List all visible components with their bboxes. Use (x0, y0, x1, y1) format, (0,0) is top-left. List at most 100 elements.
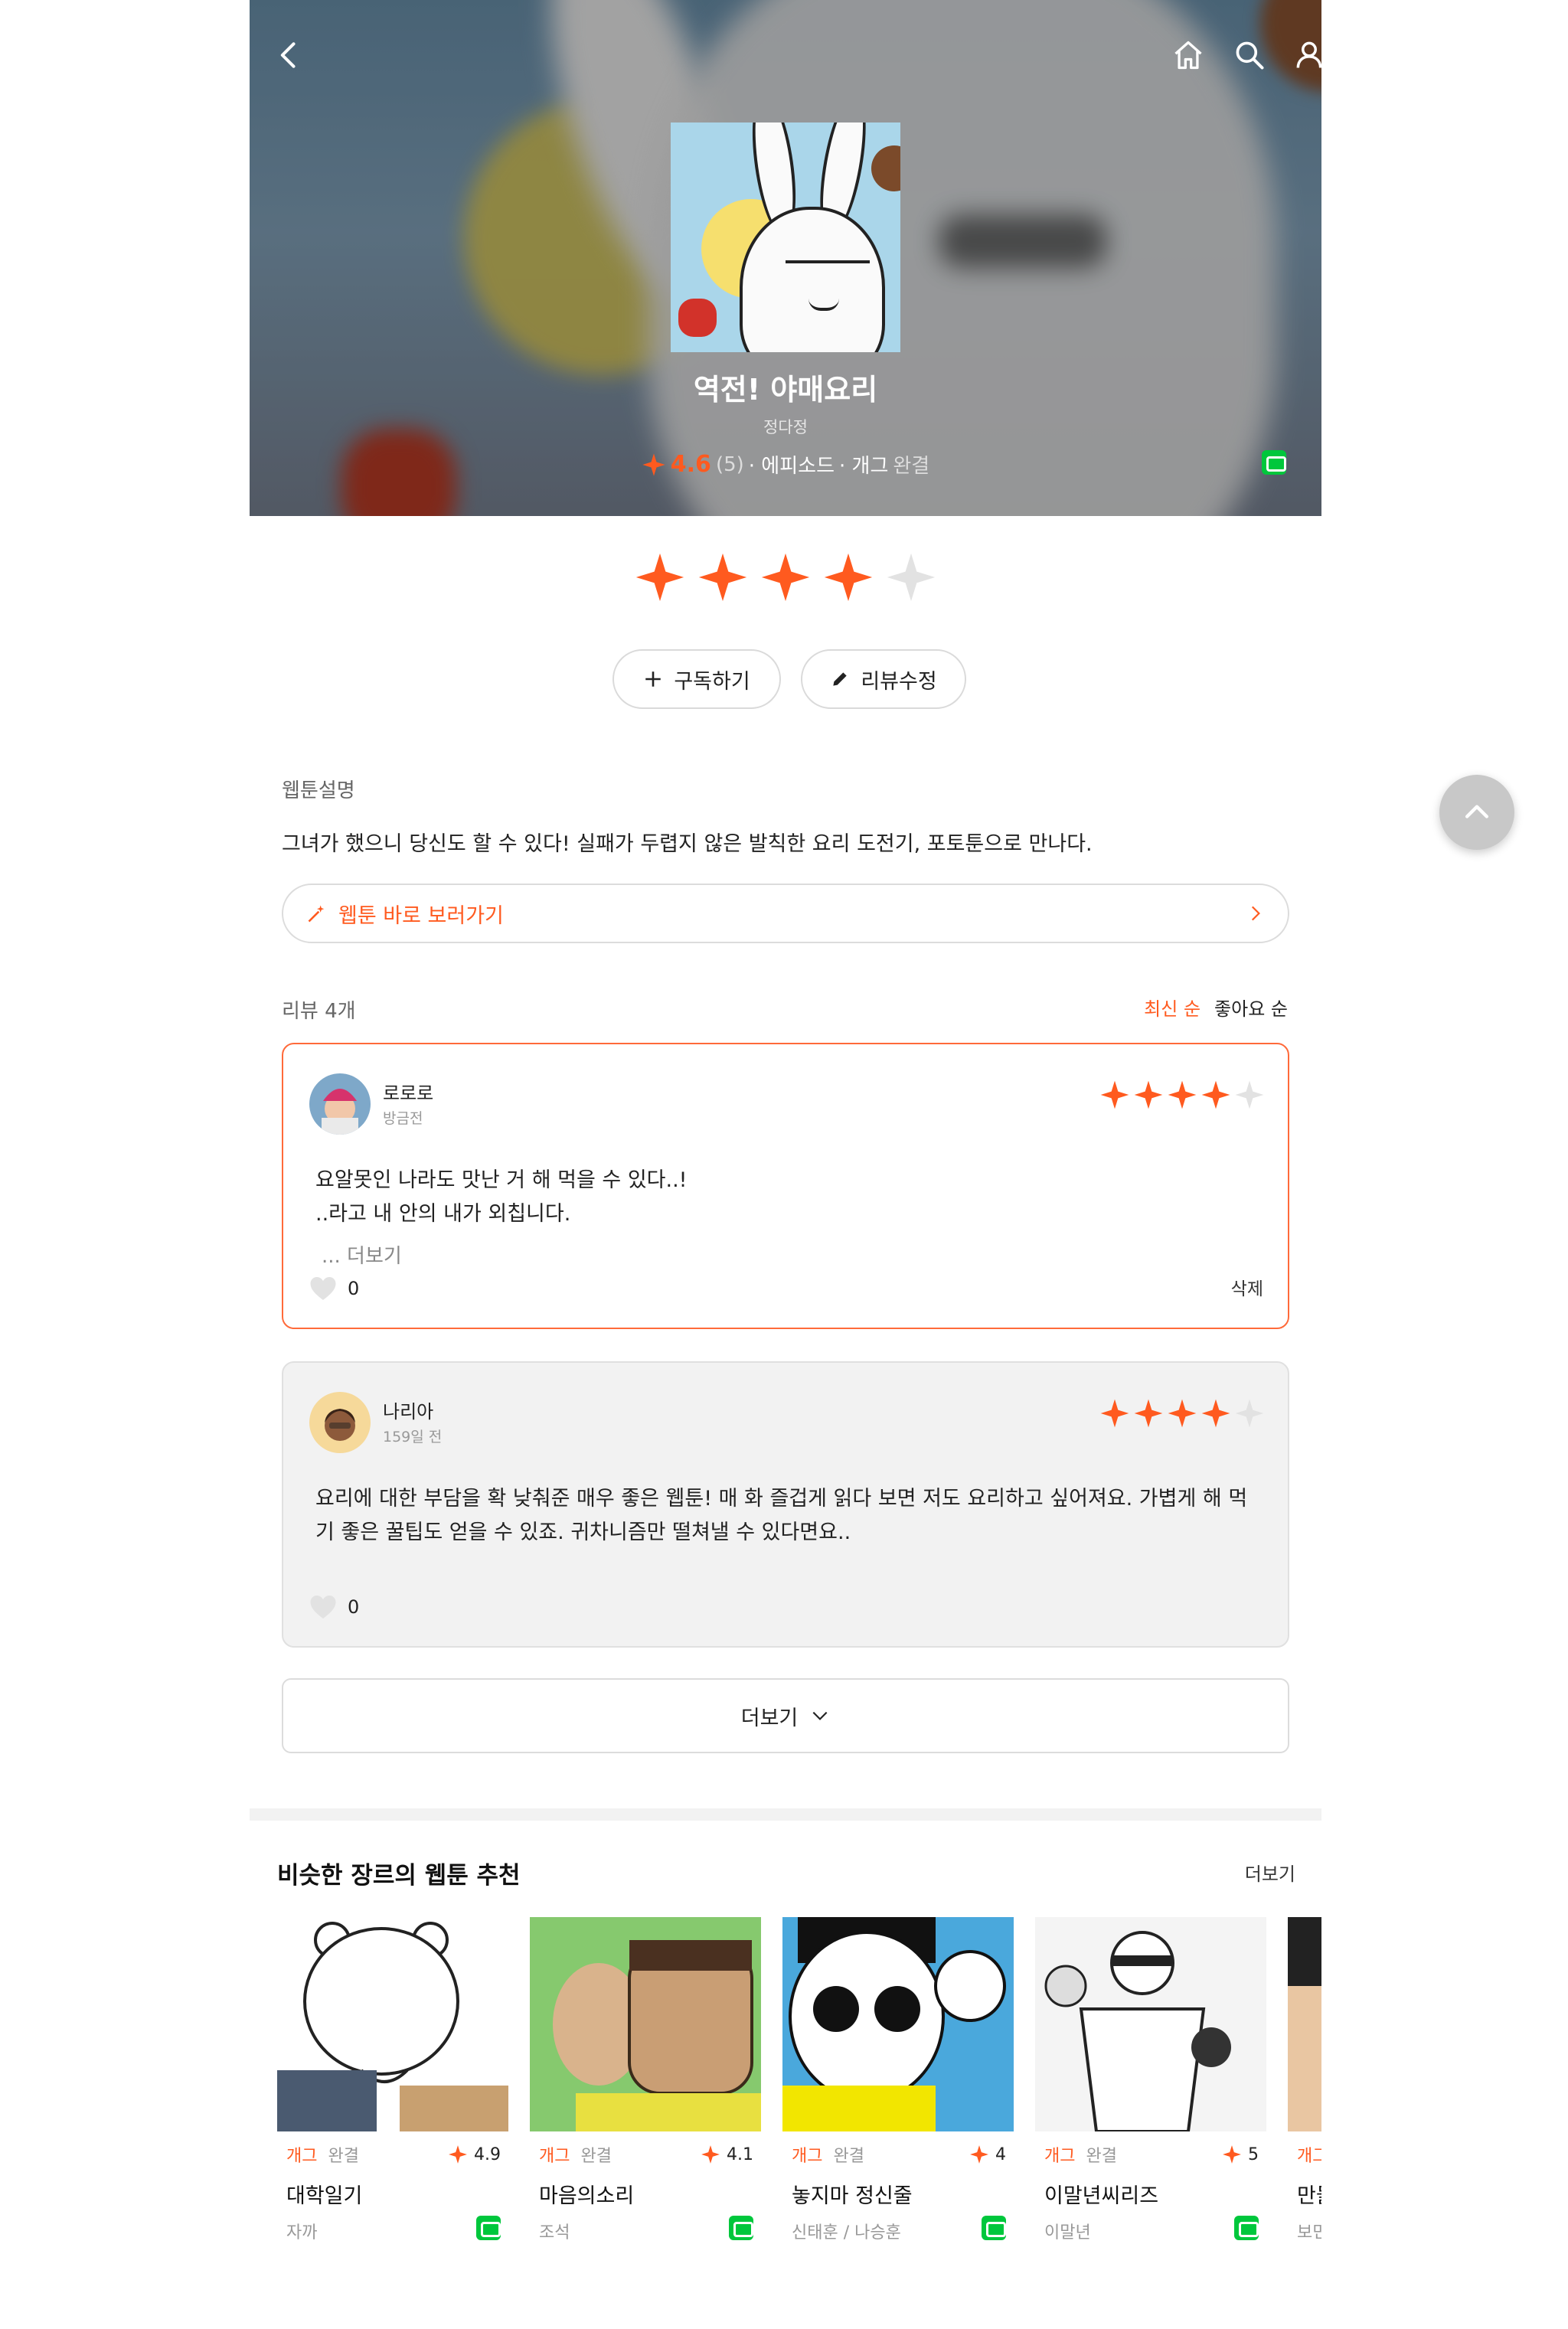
back-button[interactable] (265, 31, 314, 80)
review-text: 요리에 대한 부담을 확 낮춰준 매우 좋은 웹툰! 매 화 즐겁게 읽다 보면… (315, 1487, 1248, 1544)
magic-wand-icon (308, 905, 325, 923)
star-icon (1223, 2145, 1241, 2164)
recommend-title: 비슷한 장르의 웹툰 추천 (277, 1862, 521, 1890)
naver-webtoon-badge-icon (982, 2216, 1006, 2240)
review-card: 로로로 방금전 요알못인 나라도 맛난 거 해 먹을 수 있다..! ..라고 … (282, 1043, 1289, 1329)
webtoon-genre: · 개그 (839, 455, 889, 478)
recommend-card[interactable]: 개그 완결 4.9 대학일기 자까 (277, 1917, 508, 2242)
recommend-score: 4 (995, 2144, 1006, 2164)
rating-star-4[interactable] (822, 551, 874, 603)
review-time: 방금전 (383, 1110, 423, 1127)
chevron-down-icon (812, 1711, 828, 1720)
recommend-author: 보민 (1297, 2223, 1321, 2242)
star-icon (1168, 1080, 1197, 1109)
review-stars (1099, 1080, 1265, 1110)
my-rating-stars[interactable] (250, 551, 1321, 603)
naver-webtoon-badge-icon (729, 2216, 753, 2240)
star-empty-icon (1235, 1399, 1264, 1428)
recommend-card[interactable]: 개그 완결 4.1 마음의소리 조석 (530, 1917, 761, 2242)
sort-likes-button[interactable]: 좋아요 순 (1214, 994, 1288, 1021)
recommend-list: 개그 완결 4.9 대학일기 자까 개그 완결 4.1 마음의소리 조석 개그 … (277, 1917, 1321, 2277)
home-button[interactable] (1164, 31, 1213, 80)
edit-review-button[interactable]: 리뷰수정 (801, 649, 966, 709)
sort-latest-button[interactable]: 최신 순 (1144, 994, 1200, 1021)
chevron-left-icon (280, 42, 296, 68)
naver-webtoon-badge-icon (476, 2216, 501, 2240)
search-icon (1236, 41, 1264, 70)
recommend-name: 만물의 (1297, 2184, 1321, 2208)
star-icon (1100, 1080, 1129, 1109)
recommend-genre: 개그 (539, 2147, 570, 2166)
star-icon (1134, 1080, 1163, 1109)
section-divider (250, 1808, 1321, 1821)
home-icon (1174, 41, 1202, 70)
like-count: 0 (348, 1278, 360, 1299)
delete-review-button[interactable]: 삭제 (1231, 1274, 1263, 1300)
star-icon (449, 2145, 467, 2164)
rating-star-5[interactable] (885, 551, 937, 603)
rating-star-2[interactable] (697, 551, 749, 603)
like-button[interactable]: 0 (309, 1276, 359, 1302)
star-icon (642, 452, 665, 476)
webtoon-meta: 4.6 (5) · 에피소드 · 개그 완결 (250, 450, 1321, 479)
recommend-name: 놓지마 정신줄 (792, 2184, 913, 2208)
subscribe-label: 구독하기 (674, 669, 750, 694)
heart-icon (310, 1596, 336, 1619)
review-read-more[interactable]: ... 더보기 (322, 1240, 402, 1269)
recommend-genre: 개그 (1044, 2147, 1076, 2166)
scroll-to-top-button[interactable] (1439, 775, 1514, 850)
recommend-genre: 개그 (1297, 2147, 1321, 2166)
recommend-thumbnail (530, 1917, 761, 2131)
recommend-score: 4.9 (474, 2144, 501, 2164)
read-webtoon-label: 웹툰 바로 보러가기 (338, 903, 504, 928)
rating-star-1[interactable] (634, 551, 686, 603)
recommend-status: 완결 (833, 2147, 864, 2166)
recommend-genre: 개그 (792, 2147, 823, 2166)
review-text: 요알못인 나라도 맛난 거 해 먹을 수 있다..! ..라고 내 안의 내가 … (315, 1168, 688, 1226)
recommend-name: 대학일기 (286, 2184, 363, 2208)
star-empty-icon (1235, 1080, 1264, 1109)
review-time: 159일 전 (383, 1429, 443, 1445)
review-stars (1099, 1398, 1265, 1429)
reviewer-name: 로로로 (383, 1083, 434, 1104)
reviewer-name: 나리아 (383, 1401, 434, 1423)
like-button[interactable]: 0 (309, 1594, 359, 1620)
subscribe-button[interactable]: 구독하기 (612, 649, 781, 709)
webtoon-detail-page: 역전! 야매요리 정다정 4.6 (5) · 에피소드 · 개그 완결 구독하기… (250, 0, 1321, 2329)
search-button[interactable] (1225, 31, 1274, 80)
recommend-status: 완결 (580, 2147, 612, 2166)
chevron-right-icon (1251, 906, 1260, 921)
more-reviews-button[interactable]: 더보기 (282, 1678, 1289, 1753)
review-card: 나리아 159일 전 요리에 대한 부담을 확 낮춰준 매우 좋은 웹툰! 매 … (282, 1361, 1289, 1648)
webtoon-title: 역전! 야매요리 (693, 373, 878, 407)
plus-icon (645, 671, 662, 687)
star-icon (701, 2145, 720, 2164)
recommend-author: 신태훈 / 나승훈 (792, 2223, 901, 2242)
recommend-name: 마음의소리 (539, 2184, 635, 2208)
recommend-more-button[interactable]: 더보기 (1245, 1859, 1295, 1886)
recommend-card[interactable]: 개그 완결 4 놓지마 정신줄 신태훈 / 나승훈 (782, 1917, 1014, 2242)
recommend-card[interactable]: 개그 완결 5 이말년씨리즈 이말년 (1035, 1917, 1266, 2242)
avatar (309, 1392, 371, 1453)
webtoon-status: 완결 (893, 455, 930, 478)
recommend-author: 이말년 (1044, 2223, 1091, 2242)
pencil-icon (833, 672, 847, 686)
recommend-thumbnail (1288, 1917, 1321, 2131)
star-icon (1134, 1399, 1163, 1428)
hero-banner: 역전! 야매요리 정다정 4.6 (5) · 에피소드 · 개그 완결 (250, 0, 1321, 516)
review-count-label: 리뷰 4개 (282, 1000, 356, 1023)
recommend-author: 자까 (286, 2223, 318, 2242)
recommend-card[interactable]: 개그 완 만물의 보민 (1288, 1917, 1321, 2242)
rating-star-3[interactable] (760, 551, 812, 603)
star-icon (1201, 1399, 1230, 1428)
description-text: 그녀가 했으니 당신도 할 수 있다! 실패가 두렵지 않은 발칙한 요리 도전… (282, 832, 1093, 856)
my-page-button[interactable] (1285, 31, 1321, 80)
recommend-genre: 개그 (286, 2147, 318, 2166)
user-icon (1296, 41, 1321, 68)
star-icon (1100, 1399, 1129, 1428)
webtoon-format: · 에피소드 (748, 455, 835, 478)
naver-webtoon-badge-icon (1262, 450, 1286, 475)
webtoon-author: 정다정 (763, 418, 808, 436)
read-webtoon-link[interactable]: 웹툰 바로 보러가기 (282, 884, 1289, 943)
recommend-author: 조석 (539, 2223, 570, 2242)
